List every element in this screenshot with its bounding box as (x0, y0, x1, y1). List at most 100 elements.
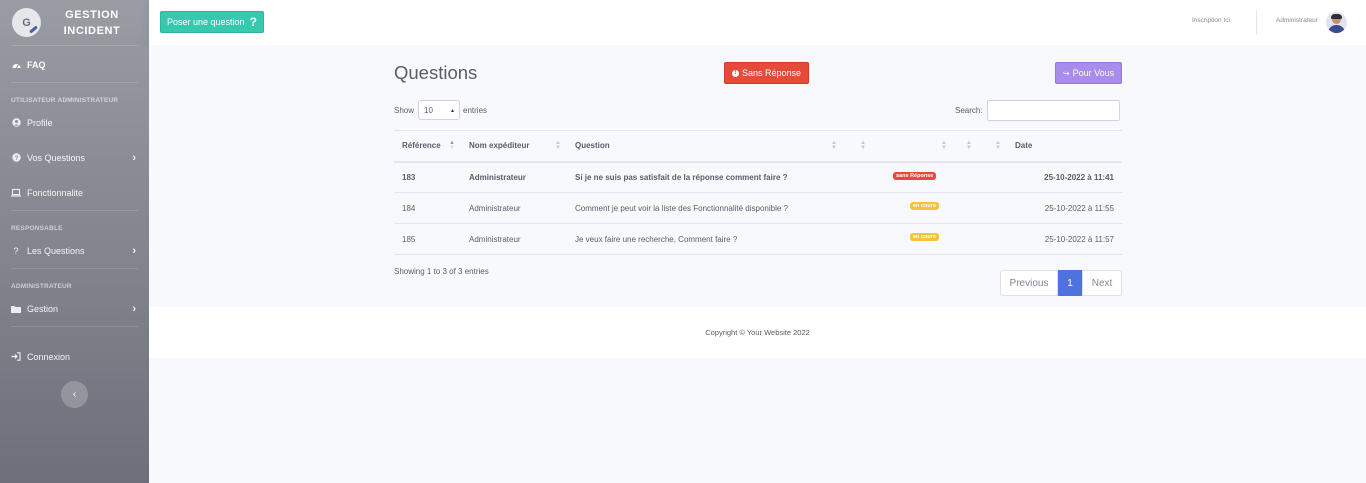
sans-reponse-button[interactable]: ! Sans Réponse (724, 62, 809, 84)
footer: Copyright © Your Website 2022 (149, 307, 1366, 358)
search-control: Search: (955, 100, 1120, 121)
svg-text:?: ? (14, 155, 18, 162)
col-question[interactable]: Question ▲ ▼ (567, 130, 843, 163)
questions-table: Référence ▲ ▼ Nom expéditeur ▲ ▼ Question ▲ ▼ … (394, 130, 1122, 255)
status-badge: en cours (910, 233, 939, 241)
entries-select-value: 10 (424, 105, 433, 115)
page-title: Questions (394, 62, 478, 83)
sidebar-item-connexion[interactable]: Connexion (0, 339, 149, 374)
avatar[interactable] (1326, 12, 1347, 33)
chevron-left-icon: ‹ (72, 389, 77, 400)
cell-ref: 184 (394, 192, 461, 224)
exclamation-circle-icon: ! (731, 69, 739, 77)
sidebar-item-label: Vos Questions (27, 152, 86, 163)
sidebar-item-label: Connexion (27, 351, 71, 362)
cell-sender: Administrateur (461, 161, 567, 193)
sort-asc-icon: ▲ ▼ (449, 140, 455, 151)
sidebar-item-vos-questions[interactable]: ? Vos Questions › (0, 140, 149, 175)
col-reference[interactable]: Référence ▲ ▼ (394, 130, 461, 163)
ask-question-button[interactable]: Poser une question ? (160, 11, 264, 33)
sidebar-item-label: Fonctionnalite (27, 187, 84, 198)
sidebar-item-les-questions[interactable]: ? Les Questions › (0, 233, 149, 268)
col-empty-1[interactable]: ▲ ▼ (843, 130, 872, 163)
sidebar-item-gestion[interactable]: Gestion › (0, 291, 149, 326)
sidebar-item-fonctionnalite[interactable]: Fonctionnalite (0, 175, 149, 210)
col-empty-2[interactable]: ▲ ▼ (953, 130, 978, 163)
folder-icon (11, 304, 21, 314)
col-status[interactable]: ▲ ▼ (872, 130, 953, 163)
col-empty-3[interactable]: ▲ ▼ (978, 130, 1007, 163)
sidebar: G GESTION INCIDENT FAQ UTILISATEUR ADMIN… (0, 0, 149, 483)
table-row[interactable]: 185 Administrateur Je veux faire une rec… (394, 223, 1122, 255)
question-icon: ? (13, 245, 19, 256)
page-1-button[interactable]: 1 (1058, 270, 1082, 296)
sign-in-icon (11, 352, 21, 362)
status-badge: en cours (910, 202, 939, 210)
sort-icon: ▲ ▼ (995, 140, 1001, 151)
chevron-right-icon: › (132, 244, 136, 257)
col-sender[interactable]: Nom expéditeur ▲ ▼ (461, 130, 567, 163)
col-date[interactable]: Date (1007, 130, 1122, 163)
brand-line2: INCIDENT (63, 24, 121, 37)
sidebar-item-label: Profile (27, 117, 53, 128)
user-name[interactable]: Administrateur (1276, 17, 1318, 24)
sans-reponse-label: Sans Réponse (741, 68, 802, 78)
entries-select[interactable]: 10 ▴ (418, 100, 461, 120)
topbar-divider (1256, 10, 1257, 35)
sidebar-item-label: Les Questions (27, 245, 85, 256)
copyright-text: Copyright © Your Website 2022 (705, 328, 810, 337)
user-circle-icon (11, 118, 21, 128)
table-header-row: Référence ▲ ▼ Nom expéditeur ▲ ▼ Question ▲ ▼ … (394, 130, 1122, 163)
brand-text: GESTION INCIDENT (41, 7, 149, 39)
sidebar-toggle-button[interactable]: ‹ (61, 381, 88, 408)
pour-vous-button[interactable]: ↪ Pour Vous (1055, 62, 1122, 84)
sidebar-item-label: Gestion (27, 303, 59, 314)
brand-logo-icon: G (12, 8, 41, 37)
brand-logo-letter: G (22, 16, 31, 29)
cell-question: Je veux faire une recherche, Comment fai… (567, 223, 953, 255)
cell-sender: Administrateur (461, 192, 567, 224)
search-input[interactable] (986, 100, 1120, 121)
chevron-right-icon: › (132, 151, 136, 164)
sort-icon: ▲ ▼ (555, 140, 561, 151)
brand-line1: GESTION (65, 8, 119, 21)
search-label: Search: (955, 106, 983, 115)
laptop-icon (11, 188, 21, 198)
share-icon: ↪ (1062, 68, 1070, 78)
cell-date: 25-10-2022 à 11:57 (1007, 223, 1122, 255)
sidebar-item-faq[interactable]: FAQ (0, 47, 149, 82)
length-control: Show 10 ▴ entries (394, 100, 487, 120)
entries-label: entries (463, 105, 488, 115)
show-label: Show (394, 105, 415, 115)
select-arrows-icon: ▴ (451, 107, 455, 114)
ask-question-label: Poser une question (167, 17, 245, 27)
sidebar-item-profile[interactable]: Profile (0, 105, 149, 140)
cell-sender: Administrateur (461, 223, 567, 255)
topbar: Poser une question ? Inscription Ici Adm… (149, 0, 1366, 45)
sort-icon: ▲ ▼ (966, 140, 972, 151)
pour-vous-label: Pour Vous (1072, 68, 1115, 78)
cell-question: Comment je peut voir la liste des Foncti… (567, 192, 953, 224)
previous-page-button[interactable]: Previous (1000, 270, 1058, 296)
cell-ref: 185 (394, 223, 461, 255)
cell-question: Si je ne suis pas satisfait de la répons… (567, 161, 953, 193)
question-circle-icon: ? (11, 153, 21, 163)
table-row[interactable]: 184 Administrateur Comment je peut voir … (394, 192, 1122, 224)
cell-date: 25-10-2022 à 11:55 (1007, 192, 1122, 224)
sort-icon: ▲ ▼ (941, 140, 947, 151)
chevron-right-icon: › (132, 302, 136, 315)
cell-ref: 183 (394, 161, 461, 193)
question-icon: ? (249, 15, 257, 29)
table-info: Showing 1 to 3 of 3 entries (394, 267, 489, 276)
brand[interactable]: G GESTION INCIDENT (0, 0, 149, 45)
sidebar-item-label: FAQ (27, 59, 46, 70)
pagination: Previous 1 Next (1000, 270, 1122, 296)
next-page-button[interactable]: Next (1082, 270, 1122, 296)
inscription-link[interactable]: Inscription Ici (1192, 17, 1230, 24)
sort-icon: ▲ ▼ (860, 140, 866, 151)
status-badge: sans Réponse (893, 171, 937, 180)
table-row[interactable]: 183 Administrateur Si je ne suis pas sat… (394, 161, 1122, 193)
cell-date: 25-10-2022 à 11:41 (1007, 161, 1122, 193)
sort-icon: ▲ ▼ (831, 140, 837, 151)
dashboard-icon (11, 60, 21, 70)
